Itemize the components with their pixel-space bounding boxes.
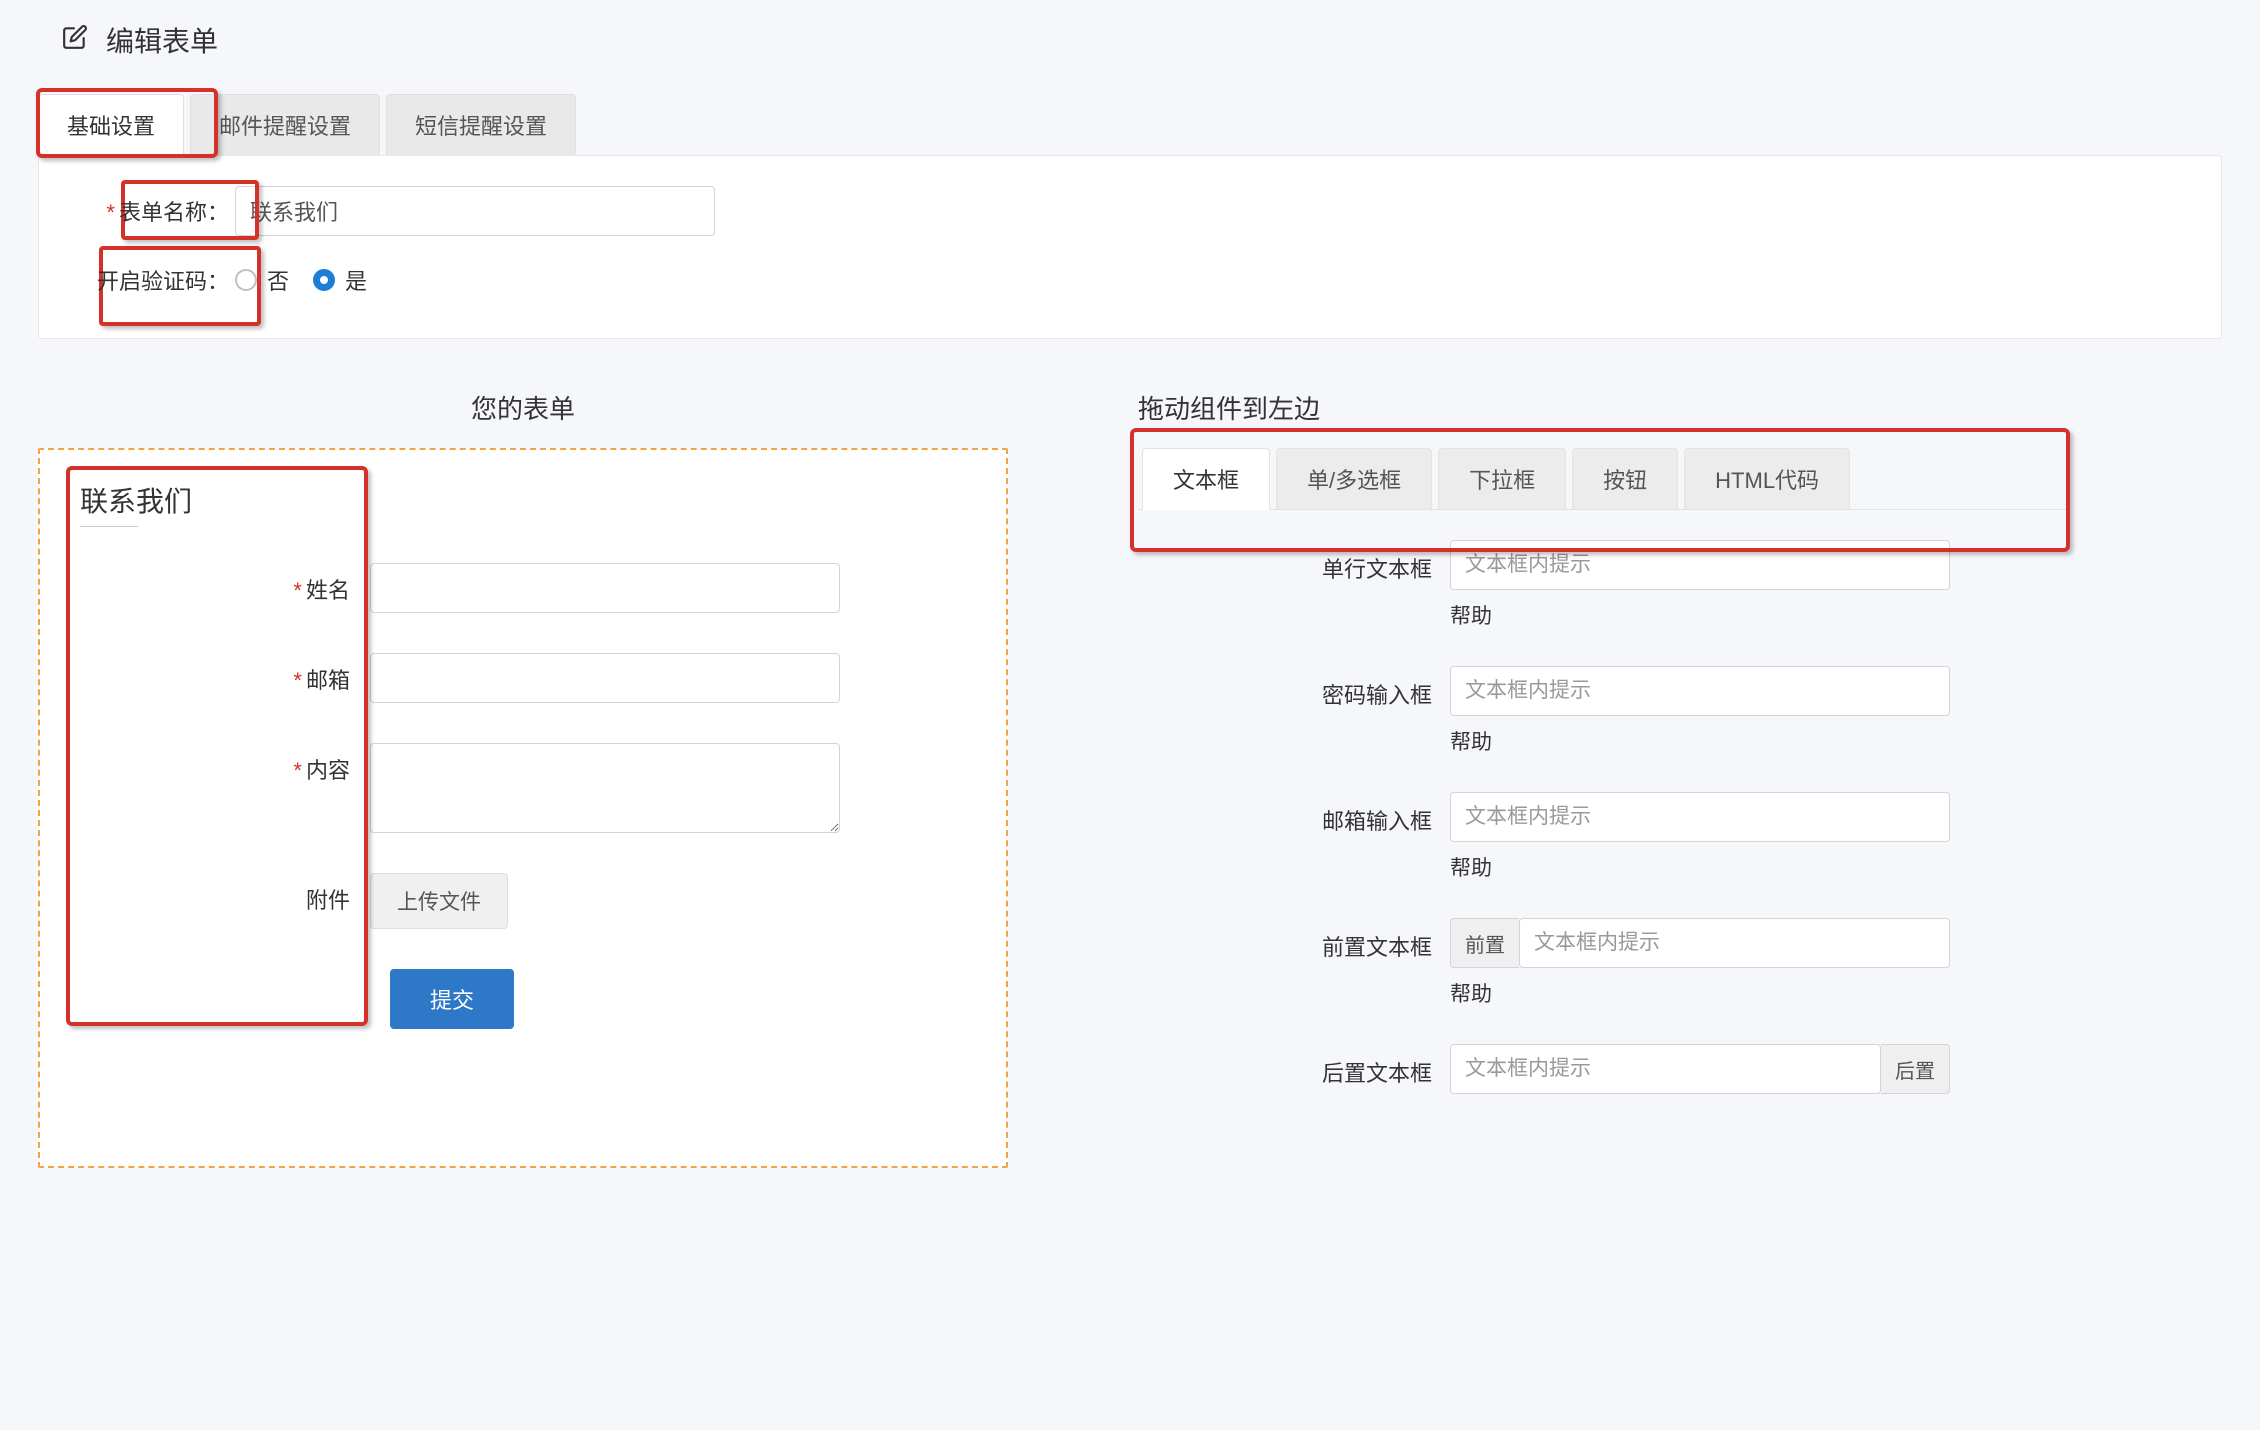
captcha-radio-yes[interactable]: 是 <box>313 264 367 296</box>
component-password[interactable]: 密码输入框 帮助 <box>1138 666 2068 778</box>
captcha-radio-no[interactable]: 否 <box>235 264 289 296</box>
submit-button[interactable]: 提交 <box>390 969 514 1029</box>
help-text: 帮助 <box>1450 726 1950 756</box>
tab-email-reminder[interactable]: 邮件提醒设置 <box>190 94 380 155</box>
component-tab-textbox[interactable]: 文本框 <box>1142 448 1270 510</box>
component-tab-radio-checkbox[interactable]: 单/多选框 <box>1276 448 1432 510</box>
page-title: 编辑表单 <box>106 20 218 60</box>
field-label-content: *内容 <box>80 743 370 785</box>
component-tab-htmlcode[interactable]: HTML代码 <box>1684 448 1850 510</box>
password-input[interactable] <box>1450 666 1950 716</box>
component-prefix[interactable]: 前置文本框 前置 帮助 <box>1138 918 2068 1030</box>
tab-basic-settings[interactable]: 基础设置 <box>38 94 184 155</box>
form-name-label: *表单名称： <box>75 195 235 227</box>
title-underline <box>80 526 138 527</box>
suffix-input[interactable] <box>1450 1044 1881 1094</box>
settings-panel: *表单名称： 开启验证码： 否 是 <box>38 155 2222 339</box>
field-label-email: *邮箱 <box>80 653 370 695</box>
help-text: 帮助 <box>1450 852 1950 882</box>
help-text: 帮助 <box>1450 978 1950 1008</box>
radio-icon <box>313 269 335 291</box>
component-single-line[interactable]: 单行文本框 帮助 <box>1138 540 2068 652</box>
email-component-input[interactable] <box>1450 792 1950 842</box>
tab-sms-reminder[interactable]: 短信提醒设置 <box>386 94 576 155</box>
email-input[interactable] <box>370 653 840 703</box>
component-tab-dropdown[interactable]: 下拉框 <box>1438 448 1566 510</box>
component-tab-button[interactable]: 按钮 <box>1572 448 1678 510</box>
form-name-input[interactable] <box>235 186 715 236</box>
component-tabs: 文本框 单/多选框 下拉框 按钮 HTML代码 <box>1138 448 2068 510</box>
field-label-name: *姓名 <box>80 563 370 605</box>
component-body: 单行文本框 帮助 密码输入框 帮助 邮箱输入框 <box>1138 509 2068 1094</box>
captcha-label: 开启验证码： <box>75 264 235 296</box>
form-preview[interactable]: 联系我们 *姓名 *邮箱 *内容 附件 上传文件 <box>38 448 1008 1168</box>
help-text: 帮助 <box>1450 600 1950 630</box>
radio-icon <box>235 269 257 291</box>
prefix-addon: 前置 <box>1450 918 1519 968</box>
preview-column-title: 您的表单 <box>38 389 1008 426</box>
field-label-attachment: 附件 <box>80 873 370 915</box>
component-email[interactable]: 邮箱输入框 帮助 <box>1138 792 2068 904</box>
single-line-input[interactable] <box>1450 540 1950 590</box>
page-header: 编辑表单 <box>38 20 2222 60</box>
components-column-title: 拖动组件到左边 <box>1138 389 2068 426</box>
suffix-addon: 后置 <box>1881 1044 1950 1094</box>
settings-tabs: 基础设置 邮件提醒设置 短信提醒设置 <box>38 94 2222 155</box>
component-suffix[interactable]: 后置文本框 后置 <box>1138 1044 2068 1094</box>
content-textarea[interactable] <box>370 743 840 833</box>
prefix-input[interactable] <box>1519 918 1950 968</box>
edit-icon <box>62 24 88 57</box>
name-input[interactable] <box>370 563 840 613</box>
preview-form-title: 联系我们 <box>80 480 966 520</box>
upload-file-button[interactable]: 上传文件 <box>370 873 508 929</box>
